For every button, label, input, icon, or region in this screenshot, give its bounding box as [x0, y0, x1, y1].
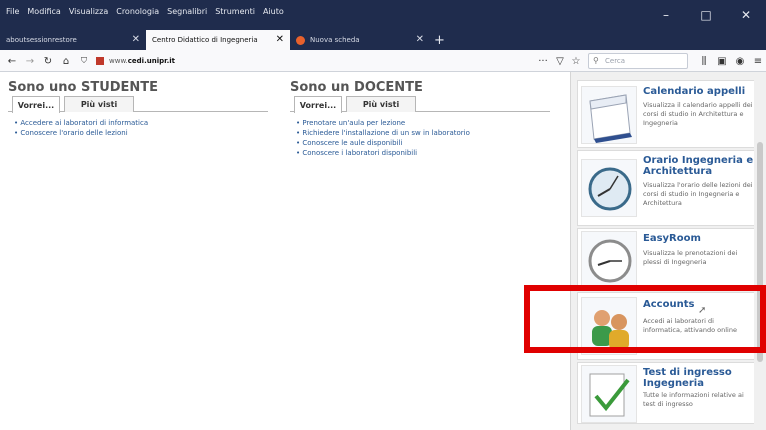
- teacher-tabs: Vorrei... Più visti: [290, 96, 550, 113]
- student-tabs: Vorrei... Più visti: [8, 96, 268, 113]
- search-placeholder: Cerca: [605, 57, 626, 65]
- minimize-button[interactable]: –: [646, 0, 686, 30]
- url-prefix: www.: [109, 57, 128, 65]
- clock-icon: [581, 159, 637, 217]
- scrollbar[interactable]: [754, 72, 766, 430]
- calendar-icon: [581, 86, 637, 144]
- menu-segnalibri[interactable]: Segnalibri: [167, 7, 207, 16]
- menu-modifica[interactable]: Modifica: [27, 7, 60, 16]
- close-tab-icon[interactable]: ✕: [132, 34, 140, 45]
- card-description: Visualizza le prenotazioni dei plessi di…: [643, 249, 738, 266]
- tab-session-restore[interactable]: aboutsessionrestore ✕: [0, 30, 146, 50]
- close-button[interactable]: ✕: [726, 0, 766, 30]
- tab-vorrei[interactable]: Vorrei...: [294, 96, 342, 113]
- account-icon[interactable]: ◉: [732, 53, 748, 69]
- sidebar: Calendario appelli Visualizza il calenda…: [570, 72, 766, 430]
- link-aule-disponibili[interactable]: Conoscere le aule disponibili: [296, 138, 470, 148]
- tab-label: aboutsessionrestore: [6, 36, 77, 44]
- tab-label: Centro Didattico di Ingegneria: [152, 36, 258, 44]
- close-tab-icon[interactable]: ✕: [276, 34, 284, 45]
- tab-vorrei[interactable]: Vorrei...: [12, 96, 60, 113]
- menu-visualizza[interactable]: Visualizza: [69, 7, 108, 16]
- sidebar-icon[interactable]: ▣: [714, 53, 730, 69]
- page-content: Sono uno STUDENTE Vorrei... Più visti Ac…: [0, 72, 766, 430]
- link-prenotare-aula[interactable]: Prenotare un'aula per lezione: [296, 118, 470, 128]
- card-title[interactable]: Calendario appelli: [643, 86, 745, 97]
- site-info-icon[interactable]: [96, 57, 104, 65]
- card-title[interactable]: Orario Ingegneria e Architettura: [643, 155, 754, 177]
- link-orario-lezioni[interactable]: Conoscere l'orario delle lezioni: [14, 128, 148, 138]
- home-icon[interactable]: ⌂: [58, 53, 74, 69]
- menu-cronologia[interactable]: Cronologia: [116, 7, 159, 16]
- tab-piu-visti[interactable]: Più visti: [64, 96, 134, 112]
- card-title[interactable]: Test di ingresso Ingegneria: [643, 367, 754, 389]
- card-test-ingresso[interactable]: Test di ingresso Ingegneria Tutte le inf…: [577, 362, 755, 424]
- student-title: Sono uno STUDENTE: [8, 80, 159, 95]
- pocket-icon[interactable]: ▽: [552, 53, 568, 69]
- link-laboratori-disponibili[interactable]: Conoscere i laboratori disponibili: [296, 148, 470, 158]
- card-description: Tutte le informazioni relative ai test d…: [643, 391, 744, 408]
- card-description: Visualizza l'orario delle lezioni dei co…: [643, 181, 753, 207]
- new-tab-button[interactable]: +: [434, 33, 445, 48]
- library-icon[interactable]: ⫼: [696, 53, 712, 69]
- card-easyroom[interactable]: EasyRoom Visualizza le prenotazioni dei …: [577, 228, 755, 290]
- firefox-icon: [296, 35, 305, 45]
- url-host: cedi.unipr.it: [127, 57, 175, 65]
- back-icon[interactable]: ←: [4, 53, 20, 69]
- teacher-title: Sono un DOCENTE: [290, 80, 423, 95]
- window-controls: – □ ✕: [646, 0, 766, 30]
- search-icon: ⚲: [593, 56, 599, 65]
- page-actions-icon[interactable]: ···: [534, 53, 552, 69]
- title-bar: File Modifica Visualizza Cronologia Segn…: [0, 0, 766, 30]
- menu-icon[interactable]: ≡: [750, 53, 766, 69]
- card-orario[interactable]: Orario Ingegneria e Architettura Visuali…: [577, 150, 755, 226]
- shield-icon[interactable]: ⛉: [76, 53, 92, 69]
- close-tab-icon[interactable]: ✕: [416, 34, 424, 45]
- tab-bar: aboutsessionrestore ✕ Centro Didattico d…: [0, 30, 766, 50]
- menu-strumenti[interactable]: Strumenti: [215, 7, 255, 16]
- card-description: Visualizza il calendario appelli dei cor…: [643, 101, 753, 127]
- link-accedere-laboratori[interactable]: Accedere ai laboratori di informatica: [14, 118, 148, 128]
- clock-icon: [581, 231, 637, 289]
- card-title[interactable]: EasyRoom: [643, 233, 701, 244]
- teacher-links: Prenotare un'aula per lezione Richiedere…: [296, 118, 470, 158]
- card-calendario[interactable]: Calendario appelli Visualizza il calenda…: [577, 80, 755, 148]
- reload-icon[interactable]: ↻: [40, 53, 56, 69]
- link-installazione-sw[interactable]: Richiedere l'installazione di un sw in l…: [296, 128, 470, 138]
- tab-centro-didattico[interactable]: Centro Didattico di Ingegneria ✕: [146, 30, 290, 50]
- nav-bar: ← → ↻ ⌂ ⛉ www. cedi.unipr.it ··· ▽ ☆ ⚲ Ce…: [0, 50, 766, 72]
- menu-aiuto[interactable]: Aiuto: [263, 7, 284, 16]
- menu-file[interactable]: File: [6, 7, 19, 16]
- highlight-box: [524, 285, 766, 353]
- url-field[interactable]: www. cedi.unipr.it: [96, 53, 508, 69]
- forward-icon[interactable]: →: [22, 53, 38, 69]
- tab-label: Nuova scheda: [310, 36, 360, 44]
- search-input[interactable]: ⚲ Cerca: [588, 53, 688, 69]
- tab-nuova-scheda[interactable]: Nuova scheda ✕: [290, 30, 430, 50]
- tab-piu-visti[interactable]: Più visti: [346, 96, 416, 112]
- menu-bar: File Modifica Visualizza Cronologia Segn…: [6, 7, 284, 16]
- bookmark-star-icon[interactable]: ☆: [568, 53, 584, 69]
- maximize-button[interactable]: □: [686, 0, 726, 30]
- checklist-icon: [581, 365, 637, 423]
- student-links: Accedere ai laboratori di informatica Co…: [14, 118, 148, 138]
